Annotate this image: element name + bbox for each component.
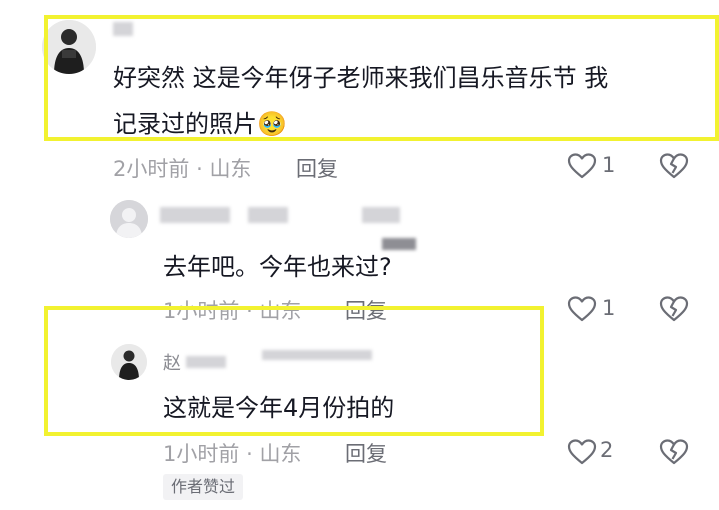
dislike-button[interactable] <box>659 295 689 323</box>
reply-button[interactable]: 回复 <box>345 438 387 468</box>
reply-button[interactable]: 回复 <box>296 153 338 183</box>
comment-meta: 2小时前 · 山东 <box>113 157 252 181</box>
comment-meta: 1小时前 · 山东 <box>163 442 302 466</box>
dislike-button[interactable] <box>659 152 689 180</box>
dislike-icon <box>659 439 689 465</box>
reply-text: 去年吧。今年也来过? <box>163 253 392 281</box>
like-count: 2 <box>600 438 614 462</box>
username-blurred <box>248 207 288 223</box>
highlight-box-top-comment <box>44 15 719 141</box>
heart-icon <box>567 153 597 179</box>
heart-icon <box>567 439 597 465</box>
dislike-icon <box>659 153 689 179</box>
like-count: 1 <box>602 296 616 320</box>
heart-icon <box>567 296 597 322</box>
avatar-icon <box>110 200 148 238</box>
username-blurred <box>362 207 400 223</box>
like-count: 1 <box>602 153 616 177</box>
author-liked-badge: 作者赞过 <box>163 474 244 500</box>
like-button[interactable] <box>567 438 597 466</box>
dislike-icon <box>659 296 689 322</box>
avatar[interactable] <box>110 200 148 238</box>
highlight-box-reply <box>44 306 544 436</box>
like-button[interactable] <box>567 152 597 180</box>
like-button[interactable] <box>567 295 597 323</box>
username-blurred <box>160 207 230 223</box>
dislike-button[interactable] <box>659 438 689 466</box>
